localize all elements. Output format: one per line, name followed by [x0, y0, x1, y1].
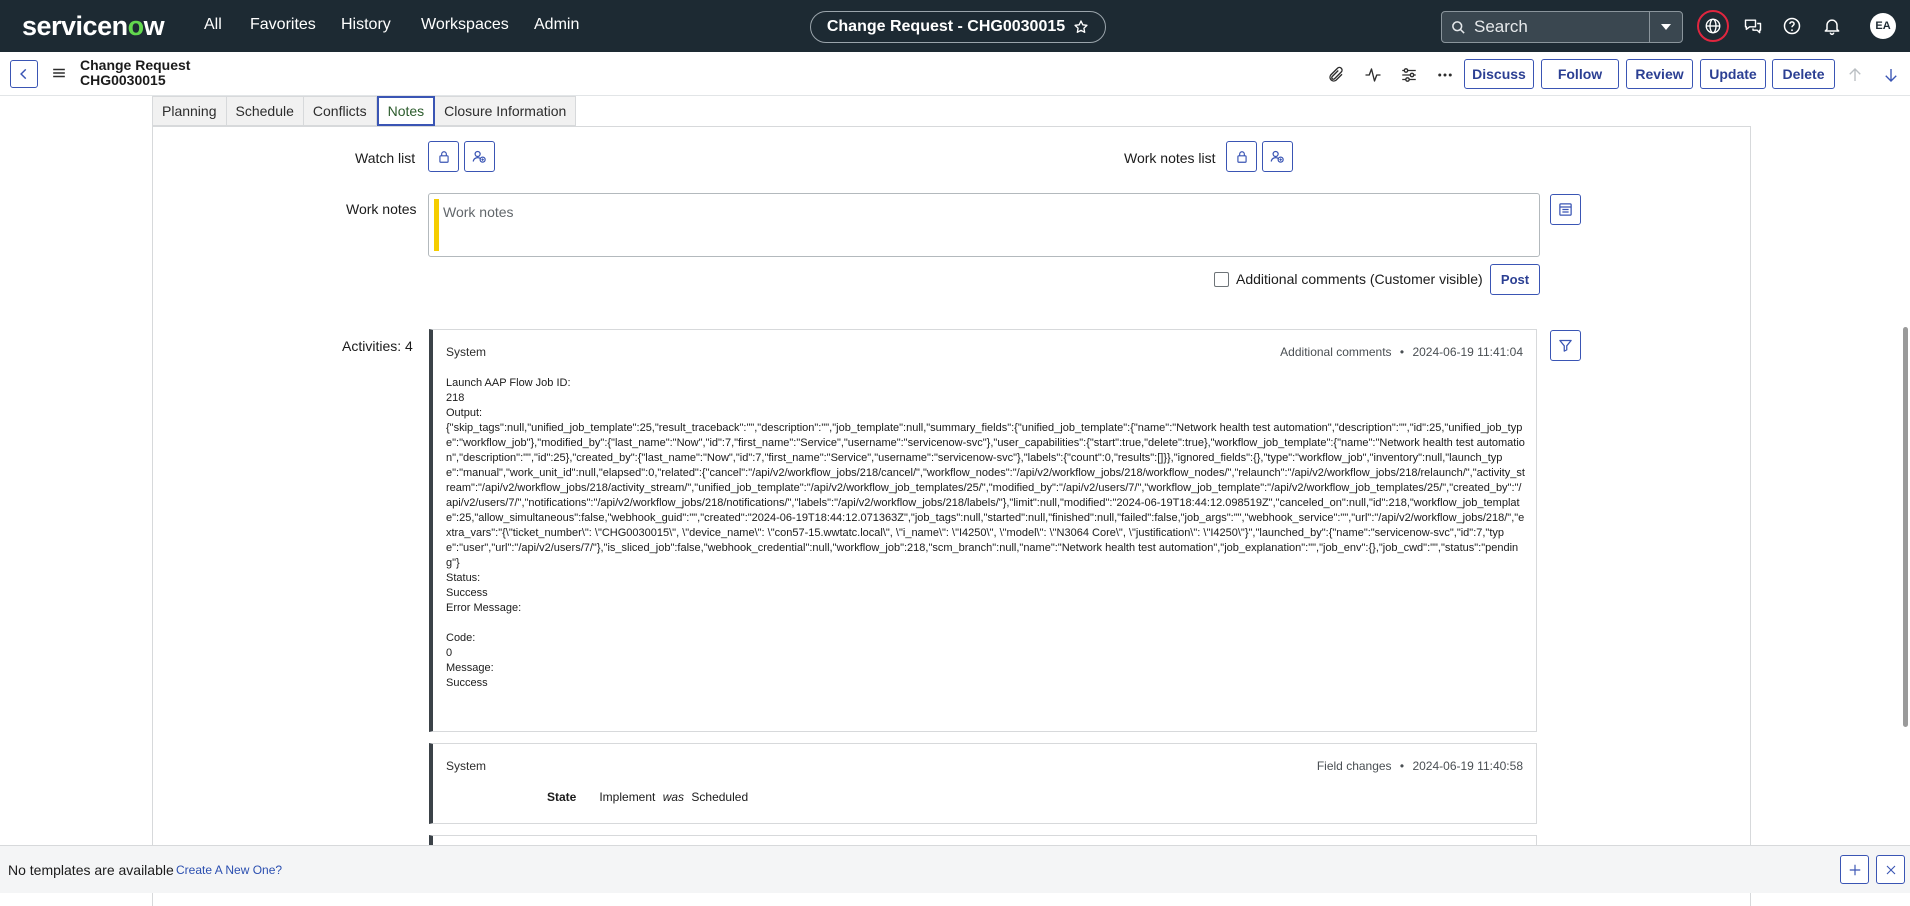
activity-meta: Additional comments • 2024-06-19 11:41:0…	[1280, 345, 1523, 359]
activity-timestamp: 2024-06-19 11:40:58	[1412, 759, 1523, 773]
nav-workspaces[interactable]: Workspaces	[421, 16, 509, 34]
back-button[interactable]	[10, 60, 38, 88]
chevron-left-icon	[20, 68, 27, 80]
form-tabs: Planning Schedule Conflicts Notes Closur…	[152, 96, 577, 126]
nav-all[interactable]: All	[204, 16, 222, 34]
hamburger-menu-icon[interactable]	[52, 66, 66, 80]
work-notes-label: Work notes	[346, 201, 417, 217]
nav-favorites[interactable]: Favorites	[250, 16, 316, 34]
add-user-icon	[1270, 150, 1284, 163]
activity-entry: System Field changes • 2024-06-19 11:40:…	[429, 743, 1537, 824]
activity-type: Field changes	[1316, 759, 1392, 773]
tab-notes[interactable]: Notes	[376, 96, 436, 126]
record-title: Change Request CHG0030015	[80, 58, 190, 88]
tab-closure-information[interactable]: Closure Information	[435, 96, 577, 126]
field-change-was: was	[662, 790, 685, 804]
tab-planning[interactable]: Planning	[152, 96, 227, 126]
field-change-name: State	[547, 790, 577, 804]
activity-author: System	[446, 759, 487, 773]
user-avatar[interactable]: EA	[1870, 13, 1896, 39]
work-notes-list-unlock-button[interactable]	[1226, 141, 1257, 172]
top-navigation-bar: servicenow All Favorites History Workspa…	[0, 0, 1910, 52]
nav-admin[interactable]: Admin	[534, 16, 579, 34]
help-icon[interactable]	[1782, 16, 1802, 36]
discuss-button[interactable]: Discuss	[1464, 59, 1534, 89]
activity-timestamp: 2024-06-19 11:41:04	[1412, 345, 1523, 359]
post-button[interactable]: Post	[1490, 264, 1540, 295]
field-change-old-value: Scheduled	[691, 790, 749, 804]
page-scrollbar-thumb[interactable]	[1903, 327, 1908, 727]
watch-list-unlock-button[interactable]	[428, 141, 459, 172]
tab-conflicts[interactable]: Conflicts	[303, 96, 377, 126]
activity-type: Additional comments	[1280, 345, 1392, 359]
watch-list-label: Watch list	[355, 150, 416, 166]
work-notes-list-add-me-button[interactable]	[1262, 141, 1293, 172]
search-input[interactable]: Search	[1474, 17, 1528, 37]
close-template-bar-button[interactable]	[1876, 855, 1905, 884]
field-change-new-value: Implement	[599, 790, 656, 804]
activity-author: System	[446, 345, 487, 359]
watch-list-add-me-button[interactable]	[464, 141, 495, 172]
follow-button[interactable]: Follow	[1541, 59, 1619, 89]
plus-icon	[1849, 864, 1860, 875]
servicenow-logo[interactable]: servicenow	[22, 11, 165, 42]
filter-icon	[1559, 339, 1572, 352]
add-user-icon	[472, 150, 486, 163]
chat-icon[interactable]	[1743, 16, 1763, 36]
sliders-icon[interactable]	[1400, 66, 1418, 84]
work-notes-textarea[interactable]: Work notes	[428, 193, 1540, 257]
insert-template-button[interactable]	[1550, 194, 1581, 225]
globe-icon[interactable]	[1697, 10, 1729, 42]
template-icon	[1559, 203, 1572, 216]
bell-icon[interactable]	[1822, 16, 1842, 36]
star-icon[interactable]	[1073, 19, 1089, 35]
arrow-down-icon[interactable]	[1882, 66, 1900, 84]
activity-body: Launch AAP Flow Job ID: 218 Output: {"sk…	[446, 377, 1525, 689]
work-notes-placeholder: Work notes	[443, 204, 514, 220]
work-notes-list-label: Work notes list	[1124, 150, 1216, 166]
field-change-row: State Implement was Scheduled	[547, 790, 748, 804]
additional-comments-checkbox[interactable]	[1214, 272, 1229, 287]
delete-button[interactable]: Delete	[1772, 59, 1835, 89]
form-header: Change Request CHG0030015 Discuss Follow…	[0, 52, 1910, 96]
activity-filter-button[interactable]	[1550, 330, 1581, 361]
update-button[interactable]: Update	[1700, 59, 1766, 89]
record-title-number: CHG0030015	[80, 72, 166, 88]
nav-history[interactable]: History	[341, 16, 391, 34]
create-template-link[interactable]: Create A New One?	[176, 863, 282, 877]
template-bar: No templates are available Create A New …	[0, 845, 1910, 893]
context-title: Change Request - CHG0030015	[826, 18, 1066, 35]
more-icon[interactable]	[1436, 66, 1454, 84]
activity-icon[interactable]	[1364, 66, 1382, 84]
activities-count-label: Activities: 4	[342, 338, 413, 354]
additional-comments-label[interactable]: Additional comments (Customer visible)	[1236, 271, 1483, 287]
close-icon	[1886, 865, 1895, 874]
arrow-up-icon[interactable]	[1846, 66, 1864, 84]
lock-icon	[1236, 150, 1247, 163]
tab-schedule[interactable]: Schedule	[226, 96, 304, 126]
lock-icon	[438, 150, 449, 163]
no-templates-text: No templates are available	[8, 862, 174, 878]
global-search[interactable]: Search	[1441, 11, 1683, 43]
search-scope-dropdown[interactable]	[1649, 12, 1682, 42]
record-title-type: Change Request	[80, 57, 191, 73]
search-icon	[1451, 20, 1466, 35]
review-button[interactable]: Review	[1626, 59, 1693, 89]
context-title-pill[interactable]: Change Request - CHG0030015	[810, 11, 1106, 43]
work-notes-indicator	[434, 199, 439, 251]
activity-entry: System Additional comments • 2024-06-19 …	[429, 329, 1537, 732]
add-template-button[interactable]	[1840, 855, 1869, 884]
activity-meta: Field changes • 2024-06-19 11:40:58	[1316, 759, 1523, 773]
paperclip-icon[interactable]	[1327, 66, 1345, 84]
